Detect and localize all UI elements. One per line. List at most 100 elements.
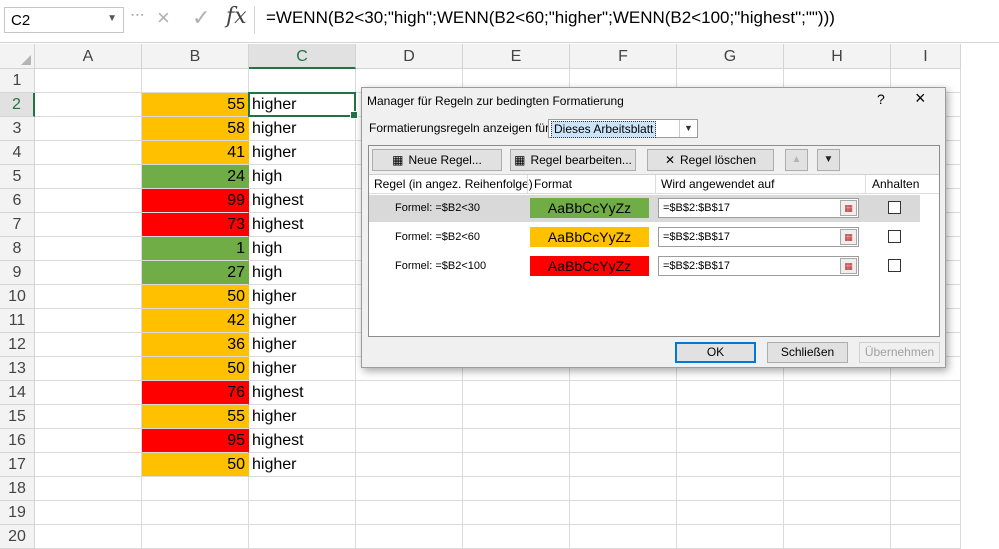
- cell-a2[interactable]: [35, 93, 142, 117]
- cell-g19[interactable]: [677, 501, 784, 525]
- cell-b8[interactable]: 1: [142, 237, 249, 261]
- cell-a20[interactable]: [35, 525, 142, 549]
- cell-e18[interactable]: [463, 477, 570, 501]
- row-header[interactable]: 16: [0, 429, 35, 453]
- rule-row[interactable]: Formel: =$B2<100 AaBbCcYyZz =$B$2:$B$17 ▦: [369, 253, 920, 280]
- cell-a10[interactable]: [35, 285, 142, 309]
- cell-c1[interactable]: [249, 69, 356, 93]
- rule-row[interactable]: Formel: =$B2<30 AaBbCcYyZz =$B$2:$B$17 ▦: [369, 195, 920, 222]
- delete-rule-button[interactable]: ✕ Regel löschen: [647, 149, 774, 171]
- column-header-e[interactable]: E: [463, 44, 570, 69]
- cell-h14[interactable]: [784, 381, 891, 405]
- cell-g17[interactable]: [677, 453, 784, 477]
- row-header[interactable]: 9: [0, 261, 35, 285]
- cell-b11[interactable]: 42: [142, 309, 249, 333]
- cell-h15[interactable]: [784, 405, 891, 429]
- column-header-c[interactable]: C: [249, 44, 356, 69]
- cell-b6[interactable]: 99: [142, 189, 249, 213]
- cell-a7[interactable]: [35, 213, 142, 237]
- move-up-button[interactable]: ▲: [785, 149, 808, 171]
- row-header[interactable]: 18: [0, 477, 35, 501]
- cell-b16[interactable]: 95: [142, 429, 249, 453]
- cell-e19[interactable]: [463, 501, 570, 525]
- help-icon[interactable]: ?: [877, 91, 885, 107]
- row-header[interactable]: 8: [0, 237, 35, 261]
- cell-e17[interactable]: [463, 453, 570, 477]
- cell-e15[interactable]: [463, 405, 570, 429]
- row-header[interactable]: 10: [0, 285, 35, 309]
- column-header-i[interactable]: I: [891, 44, 961, 69]
- close-icon[interactable]: ×: [915, 88, 926, 109]
- cell-i19[interactable]: [891, 501, 961, 525]
- cell-b19[interactable]: [142, 501, 249, 525]
- edit-rule-button[interactable]: ▦ Regel bearbeiten...: [510, 149, 636, 171]
- cell-b5[interactable]: 24: [142, 165, 249, 189]
- cell-d15[interactable]: [356, 405, 463, 429]
- cell-c15[interactable]: higher: [249, 405, 356, 429]
- cell-b13[interactable]: 50: [142, 357, 249, 381]
- cell-a5[interactable]: [35, 165, 142, 189]
- column-header-b[interactable]: B: [142, 44, 249, 69]
- row-header[interactable]: 6: [0, 189, 35, 213]
- row-header[interactable]: 12: [0, 333, 35, 357]
- stop-if-true-checkbox[interactable]: [888, 259, 901, 272]
- cell-b15[interactable]: 55: [142, 405, 249, 429]
- cell-b2[interactable]: 55: [142, 93, 249, 117]
- cell-h19[interactable]: [784, 501, 891, 525]
- range-selector-icon[interactable]: ▦: [840, 229, 857, 245]
- cell-c19[interactable]: [249, 501, 356, 525]
- cell-a3[interactable]: [35, 117, 142, 141]
- cell-f20[interactable]: [570, 525, 677, 549]
- stop-if-true-checkbox[interactable]: [888, 201, 901, 214]
- cell-a17[interactable]: [35, 453, 142, 477]
- cell-a19[interactable]: [35, 501, 142, 525]
- cell-f16[interactable]: [570, 429, 677, 453]
- cancel-icon[interactable]: ×: [157, 5, 170, 31]
- cell-g18[interactable]: [677, 477, 784, 501]
- column-header-a[interactable]: A: [35, 44, 142, 69]
- move-down-button[interactable]: ▼: [817, 149, 840, 171]
- row-header[interactable]: 5: [0, 165, 35, 189]
- cell-f19[interactable]: [570, 501, 677, 525]
- cell-c6[interactable]: highest: [249, 189, 356, 213]
- cell-g15[interactable]: [677, 405, 784, 429]
- stop-if-true-checkbox[interactable]: [888, 230, 901, 243]
- cell-g20[interactable]: [677, 525, 784, 549]
- row-header[interactable]: 15: [0, 405, 35, 429]
- show-rules-for-select[interactable]: Dieses Arbeitsblatt ▼: [548, 119, 698, 138]
- cell-d14[interactable]: [356, 381, 463, 405]
- row-header[interactable]: 19: [0, 501, 35, 525]
- cell-b20[interactable]: [142, 525, 249, 549]
- row-header[interactable]: 17: [0, 453, 35, 477]
- cell-b17[interactable]: 50: [142, 453, 249, 477]
- cell-h20[interactable]: [784, 525, 891, 549]
- formula-input[interactable]: =WENN(B2<30;"high";WENN(B2<60;"higher";W…: [266, 8, 835, 28]
- cell-a18[interactable]: [35, 477, 142, 501]
- row-header[interactable]: 2: [0, 93, 35, 117]
- row-header[interactable]: 4: [0, 141, 35, 165]
- cell-i14[interactable]: [891, 381, 961, 405]
- cell-c16[interactable]: highest: [249, 429, 356, 453]
- applies-to-input[interactable]: =$B$2:$B$17 ▦: [658, 198, 859, 218]
- cell-c13[interactable]: higher: [249, 357, 356, 381]
- cell-a11[interactable]: [35, 309, 142, 333]
- cell-a6[interactable]: [35, 189, 142, 213]
- applies-to-input[interactable]: =$B$2:$B$17 ▦: [658, 256, 859, 276]
- cell-d16[interactable]: [356, 429, 463, 453]
- cell-e14[interactable]: [463, 381, 570, 405]
- chevron-down-icon[interactable]: ▼: [679, 120, 697, 137]
- cell-b18[interactable]: [142, 477, 249, 501]
- cell-a1[interactable]: [35, 69, 142, 93]
- cell-c10[interactable]: higher: [249, 285, 356, 309]
- row-header[interactable]: 7: [0, 213, 35, 237]
- applies-to-input[interactable]: =$B$2:$B$17 ▦: [658, 227, 859, 247]
- cell-b7[interactable]: 73: [142, 213, 249, 237]
- column-header-g[interactable]: G: [677, 44, 784, 69]
- cell-i15[interactable]: [891, 405, 961, 429]
- cell-f15[interactable]: [570, 405, 677, 429]
- cell-a8[interactable]: [35, 237, 142, 261]
- cell-d19[interactable]: [356, 501, 463, 525]
- cell-c8[interactable]: high: [249, 237, 356, 261]
- cell-h16[interactable]: [784, 429, 891, 453]
- cell-c17[interactable]: higher: [249, 453, 356, 477]
